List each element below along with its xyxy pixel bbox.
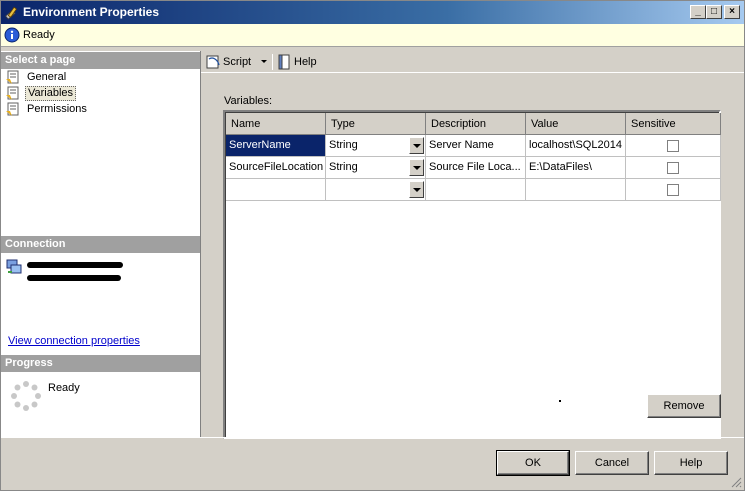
tools-icon [5, 6, 18, 20]
script-icon [206, 55, 220, 69]
chevron-down-icon[interactable] [261, 60, 267, 63]
script-label: Script [223, 56, 252, 68]
cell-value[interactable]: localhost\SQL2014 [526, 135, 626, 157]
minimize-button[interactable]: _ [690, 5, 706, 19]
cell-name[interactable]: ServerName [226, 135, 326, 157]
page-icon [6, 86, 19, 100]
status-text: Ready [23, 29, 55, 41]
sensitive-checkbox[interactable] [667, 140, 679, 152]
page-icon [6, 102, 19, 116]
cell-type-value: String [329, 161, 358, 173]
script-button[interactable]: Script [205, 54, 269, 70]
left-pane: Select a page General Variables Permissi… [1, 51, 201, 437]
variables-grid-body: Name Type Description Value Sensitive Se… [226, 113, 721, 439]
environment-properties-window: Environment Properties _ □ × Ready Selec… [0, 0, 745, 491]
cell-value[interactable]: E:\DataFiles\ [526, 157, 626, 179]
cancel-button[interactable]: Cancel [575, 451, 649, 475]
resize-grip-icon[interactable] [730, 476, 742, 488]
column-header-sensitive[interactable]: Sensitive [626, 113, 721, 135]
type-dropdown-button[interactable] [409, 137, 424, 154]
variables-grid[interactable]: Name Type Description Value Sensitive Se… [223, 110, 721, 439]
window-title: Environment Properties [23, 5, 160, 19]
close-button[interactable]: × [724, 5, 740, 19]
cell-sensitive [626, 135, 721, 157]
progress-status-text: Ready [48, 382, 80, 394]
type-dropdown-button[interactable] [409, 159, 424, 176]
view-connection-properties-link[interactable]: View connection properties [8, 335, 140, 347]
connection-header: Connection [1, 236, 200, 253]
cell-name[interactable]: SourceFileLocation [226, 157, 326, 179]
cell-sensitive [626, 157, 721, 179]
variables-label: Variables: [224, 95, 273, 107]
cell-type[interactable] [326, 179, 426, 201]
cell-description[interactable]: Server Name [426, 135, 526, 157]
footer-divider [1, 437, 744, 438]
server-connection-icon [6, 259, 22, 274]
cell-type[interactable]: String [326, 157, 426, 179]
page-item-label: Variables [25, 86, 77, 101]
page-item-label: General [27, 71, 67, 83]
stray-dot [559, 400, 561, 402]
maximize-icon: □ [710, 6, 718, 17]
page-item-label: Permissions [27, 103, 87, 115]
ok-button[interactable]: OK [496, 450, 570, 476]
page-icon [6, 70, 19, 84]
right-pane: Script Help Variables: Name Type Descrip… [201, 51, 744, 439]
cell-name[interactable] [226, 179, 326, 201]
column-header-value[interactable]: Value [526, 113, 626, 135]
redacted-server-name [27, 262, 123, 268]
info-icon [4, 27, 20, 43]
select-page-header: Select a page [1, 52, 200, 69]
remove-button[interactable]: Remove [647, 394, 721, 418]
cell-value[interactable] [526, 179, 626, 201]
cell-sensitive [626, 179, 721, 201]
type-dropdown-button[interactable] [409, 181, 424, 198]
toolbar-separator [272, 54, 273, 70]
status-bar: Ready [1, 24, 744, 47]
minimize-icon: _ [695, 6, 701, 17]
cell-type[interactable]: String [326, 135, 426, 157]
cell-type-value: String [329, 139, 358, 151]
help-toolbar-button[interactable]: Help [276, 54, 320, 70]
cell-description[interactable] [426, 179, 526, 201]
maximize-button[interactable]: □ [706, 5, 722, 19]
column-header-description[interactable]: Description [426, 113, 526, 135]
column-header-name[interactable]: Name [226, 113, 326, 135]
column-header-type[interactable]: Type [326, 113, 426, 135]
help-label: Help [294, 56, 317, 68]
toolbar: Script Help [201, 51, 744, 73]
close-icon: × [729, 6, 735, 17]
sensitive-checkbox[interactable] [667, 184, 679, 196]
help-button[interactable]: Help [654, 451, 728, 475]
sensitive-checkbox[interactable] [667, 162, 679, 174]
title-bar[interactable]: Environment Properties _ □ × [1, 1, 744, 24]
cell-description[interactable]: Source File Loca... [426, 157, 526, 179]
progress-header: Progress [1, 355, 200, 372]
redacted-user-name [27, 275, 121, 281]
help-book-icon [278, 54, 290, 70]
progress-spinner-icon [11, 381, 41, 411]
